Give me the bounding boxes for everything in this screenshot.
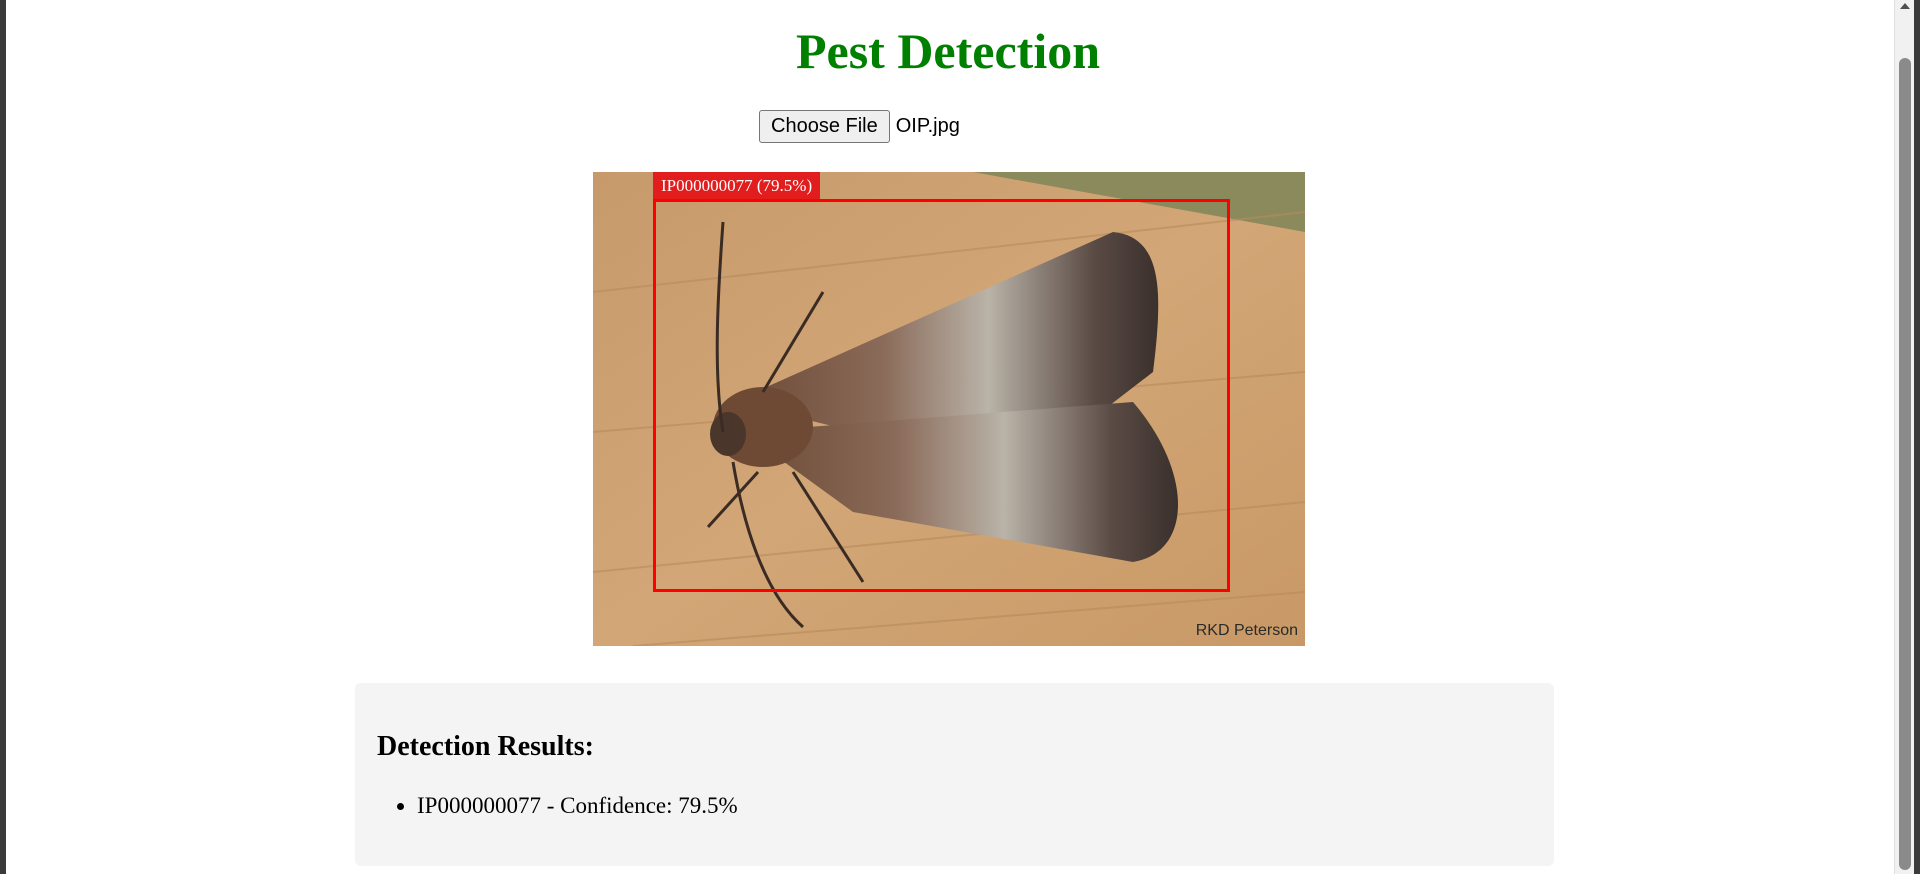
window-edge	[1914, 0, 1920, 874]
selected-file-name: OIP.jpg	[895, 114, 960, 137]
scroll-thumb[interactable]	[1899, 58, 1911, 870]
detection-image: IP000000077 (79.5%) RKD Peterson	[593, 172, 1305, 646]
vertical-scrollbar[interactable]	[1894, 0, 1915, 874]
browser-viewport: Pest Detection Choose File OIP.jpg IP000…	[6, 0, 1894, 874]
results-heading: Detection Results:	[377, 731, 594, 762]
scroll-up-arrow-icon[interactable]	[1900, 3, 1910, 9]
file-upload-row: Choose File OIP.jpg	[759, 109, 960, 143]
results-panel: Detection Results: IP000000077 - Confide…	[355, 683, 1554, 866]
page-title: Pest Detection	[795, 23, 1101, 79]
detection-bounding-box	[653, 199, 1230, 592]
results-list: IP000000077 - Confidence: 79.5%	[377, 791, 738, 821]
detection-box-label: IP000000077 (79.5%)	[653, 172, 821, 199]
photo-credit: RKD Peterson	[1195, 622, 1298, 639]
choose-file-button[interactable]: Choose File	[759, 109, 890, 143]
result-item: IP000000077 - Confidence: 79.5%	[417, 791, 738, 821]
